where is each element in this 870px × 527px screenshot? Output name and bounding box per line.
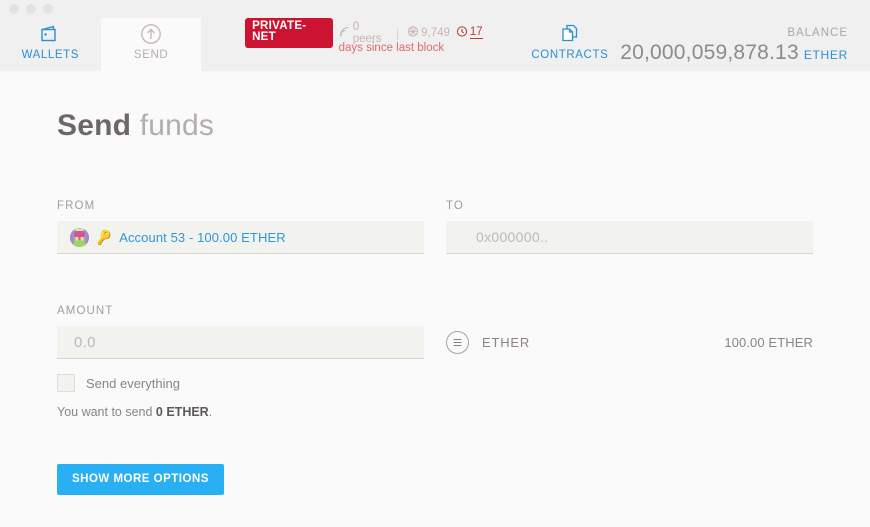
unit-column: ETHER 100.00 ETHER — [446, 305, 813, 495]
key-icon: 🔑 — [94, 228, 114, 246]
to-address-placeholder: 0x000000.. — [476, 229, 549, 245]
tab-wallets-label: WALLETS — [21, 49, 80, 61]
blocks-stat: 9,749 — [407, 25, 450, 40]
identicon-avatar — [70, 227, 89, 247]
page-title-bold: Send — [57, 109, 132, 142]
block-icon — [407, 25, 419, 40]
balance-value: 20,000,059,878.13 — [620, 41, 799, 64]
peers-value: 0 peers — [352, 20, 382, 45]
send-summary-amount: 0 ETHER — [155, 405, 209, 419]
tab-contracts-label: CONTRACTS — [531, 49, 609, 61]
wallet-icon — [39, 22, 61, 46]
window-close-button[interactable] — [9, 4, 19, 14]
send-summary-prefix: You want to send — [57, 405, 156, 419]
to-label: TO — [446, 200, 464, 212]
blocks-value: 9,749 — [421, 26, 450, 39]
from-label: FROM — [57, 200, 96, 212]
amount-placeholder: 0.0 — [74, 333, 96, 351]
balance-unit: ETHER — [803, 48, 848, 62]
block-time-stat: 17 — [456, 25, 483, 40]
send-summary-suffix: . — [208, 405, 213, 419]
send-everything-row[interactable]: Send everything — [57, 374, 424, 392]
to-address-input[interactable]: 0x000000.. — [446, 221, 813, 254]
app-header: WALLETS SEND PRIVATE-NET 0 peers | 9,749… — [0, 17, 870, 71]
unit-list-icon[interactable] — [446, 331, 469, 354]
block-time-value: 17 — [469, 26, 483, 39]
clock-icon — [456, 25, 468, 40]
last-block-label: days since last block — [338, 42, 445, 54]
amount-column: AMOUNT 0.0 Send everything You want to s… — [57, 305, 424, 495]
status-divider: | — [396, 25, 400, 40]
from-column: FROM 🔑 Account 53 - 100.00 ETHER — [57, 200, 424, 254]
contracts-icon — [558, 22, 582, 46]
unit-selector-row: ETHER 100.00 ETHER — [446, 326, 813, 359]
network-status-cluster: PRIVATE-NET 0 peers | 9,749 17 days sinc… — [245, 17, 483, 54]
window-minimize-button[interactable] — [26, 4, 36, 14]
show-more-options-button[interactable]: SHOW MORE OPTIONS — [57, 464, 224, 495]
peers-stat: 0 peers — [339, 21, 388, 45]
balance-row: 20,000,059,878.13 ETHER — [620, 41, 848, 65]
balance-display: BALANCE 20,000,059,878.13 ETHER — [620, 18, 870, 65]
signal-icon — [339, 26, 351, 40]
to-column: TO 0x000000.. — [446, 200, 813, 254]
unit-available-amount: 100.00 ETHER — [724, 335, 813, 350]
amount-label: AMOUNT — [57, 305, 114, 317]
from-account-select[interactable]: 🔑 Account 53 - 100.00 ETHER — [57, 221, 424, 254]
from-account-text: Account 53 - 100.00 ETHER — [119, 229, 286, 245]
window-titlebar — [0, 0, 870, 18]
page-title: Send funds — [57, 71, 813, 143]
tab-send-label: SEND — [133, 49, 169, 61]
send-arrow-icon — [140, 22, 162, 46]
network-badge: PRIVATE-NET — [245, 17, 333, 48]
send-everything-label: Send everything — [86, 375, 180, 391]
unit-name: ETHER — [482, 335, 531, 350]
window-maximize-button[interactable] — [43, 4, 53, 14]
amount-row: AMOUNT 0.0 Send everything You want to s… — [57, 305, 813, 495]
network-status-row: PRIVATE-NET 0 peers | 9,749 17 — [245, 17, 483, 48]
tab-contracts[interactable]: CONTRACTS — [520, 18, 621, 71]
main-content: Send funds FROM 🔑 Account 53 - 100.00 ET… — [0, 71, 870, 527]
amount-input[interactable]: 0.0 — [57, 326, 424, 359]
tab-send[interactable]: SEND — [100, 18, 202, 71]
from-to-row: FROM 🔑 Account 53 - 100.00 ETHER TO 0x00… — [57, 200, 813, 254]
balance-label: BALANCE — [787, 27, 848, 39]
tab-wallets[interactable]: WALLETS — [0, 18, 101, 71]
send-everything-checkbox[interactable] — [57, 374, 75, 392]
page-title-light: funds — [131, 109, 215, 142]
send-summary: You want to send 0 ETHER. — [57, 405, 424, 419]
